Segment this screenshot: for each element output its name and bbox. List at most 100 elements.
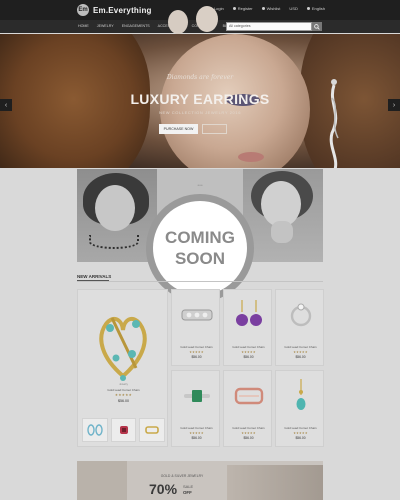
rose-band-icon — [234, 387, 263, 405]
product-price: $56.00 — [191, 436, 202, 440]
rating-stars: ★★★★★ — [241, 350, 256, 354]
product-price: $56.00 — [243, 355, 254, 359]
search-input[interactable]: All categories — [226, 22, 312, 31]
product-card[interactable]: Gold Lead Comet Chain ★★★★★ $56.00 — [171, 289, 220, 366]
slider-next-button[interactable]: › — [388, 99, 400, 111]
product-card[interactable]: Gold Lead Comet Chain ★★★★★ $56.00 — [275, 370, 324, 447]
product-image — [178, 377, 215, 415]
necklace-image — [89, 235, 139, 249]
product-card[interactable]: Gold Lead Comet Chain ★★★★★ $56.00 — [223, 289, 272, 366]
product-image — [178, 296, 215, 334]
featured-product-card[interactable]: Jewelry Gold Lead Comet Chain ★★★★★ $56.… — [77, 289, 168, 447]
product-price: $56.00 — [118, 399, 129, 403]
nav-engagements[interactable]: ENGAGEMENTS — [122, 24, 150, 28]
model-face — [95, 185, 135, 231]
category-select[interactable]: All categories — [229, 24, 251, 28]
rating-stars: ★★★★★ — [293, 431, 308, 435]
product-image — [230, 296, 267, 334]
search-icon — [314, 23, 320, 30]
amethyst-earrings-icon — [235, 300, 262, 326]
nav-jewelry[interactable]: JEWELRY — [97, 24, 114, 28]
nav-home[interactable]: HOME — [78, 24, 89, 28]
slider-prev-button[interactable]: ‹ — [0, 99, 12, 111]
language-select[interactable]: English — [306, 6, 325, 11]
logo-mark: Em — [77, 4, 89, 16]
soon-text: SOON — [174, 249, 226, 268]
product-price: $56.00 — [295, 436, 306, 440]
promo-models-image — [227, 465, 323, 500]
product-name[interactable]: Gold Lead Comet Chain — [276, 426, 325, 430]
product-image — [282, 377, 319, 415]
thumbnail-strip — [82, 418, 166, 444]
product-card[interactable]: Gold Lead Comet Chain ★★★★★ $56.00 — [223, 370, 272, 447]
sale-promo-banner[interactable]: GOLD & SILVER JEWELRY 70% SALE OFF — [77, 461, 323, 500]
lock-icon — [232, 7, 236, 10]
turquoise-pendant-icon — [296, 379, 305, 410]
silver-ring-icon — [290, 303, 311, 327]
rating-stars: ★★★★★ — [189, 350, 204, 354]
hero-subtitle: NEW COLLECTION JEWELRY 2016 — [158, 110, 242, 115]
product-category: Jewelry — [119, 383, 128, 386]
thumbnail[interactable] — [82, 418, 108, 442]
product-card[interactable]: Gold Lead Comet Chain ★★★★★ $56.00 — [171, 370, 220, 447]
hero-hair-right — [300, 34, 400, 168]
rating-stars: ★★★★★ — [114, 393, 133, 397]
hero-slider: Diamonds are forever LUXURY EARRINGS NEW… — [0, 34, 400, 168]
register-link[interactable]: Register — [232, 6, 253, 11]
earring-image — [329, 79, 339, 168]
bracelet-icon — [181, 309, 212, 321]
hoop-earrings-icon — [87, 424, 103, 436]
rating-stars: ★★★★★ — [241, 431, 256, 435]
product-name[interactable]: Gold Lead Comet Chain — [172, 345, 221, 349]
product-name[interactable]: Gold Lead Comet Chain — [172, 426, 221, 430]
thumbnail[interactable] — [110, 418, 137, 442]
promo-sale-label: SALE — [183, 484, 194, 489]
flag-icon — [306, 7, 310, 10]
wishlist-label: Wishlist — [266, 6, 281, 11]
product-price: $56.00 — [295, 355, 306, 359]
promo-heading: GOLD & SILVER JEWELRY — [160, 474, 204, 478]
register-label: Register — [237, 6, 253, 11]
banner-ornament: • • • — [197, 183, 203, 187]
coming-text: COMING — [165, 228, 235, 247]
purchase-now-button[interactable]: PURCHASE NOW — [159, 124, 198, 134]
product-name[interactable]: Gold Lead Comet Chain — [224, 426, 273, 430]
section-underline — [77, 280, 109, 281]
currency-select[interactable]: USD — [289, 6, 297, 11]
section-divider — [77, 281, 323, 282]
model-hand — [271, 221, 293, 243]
hero-tagline: Diamonds are forever — [166, 74, 234, 81]
promo-model-face — [168, 10, 188, 34]
banner-image-left — [77, 169, 157, 262]
hero-title: LUXURY EARRINGS — [130, 91, 270, 107]
product-image — [230, 377, 267, 415]
rating-stars: ★★★★★ — [189, 431, 204, 435]
gem-ring-icon — [119, 426, 128, 434]
product-image — [282, 296, 319, 334]
gold-band-icon — [145, 426, 159, 434]
banner-image-right — [243, 169, 323, 262]
product-name[interactable]: Gold Lead Comet Chain — [276, 345, 325, 349]
hero-secondary-button[interactable] — [202, 124, 227, 134]
product-price: $56.00 — [191, 355, 202, 359]
emerald-ring-icon — [183, 390, 210, 402]
section-title: NEW ARRIVALS — [77, 274, 112, 279]
brand-logo[interactable]: Em Em.Everything — [77, 3, 152, 17]
top-nav: Login Register Wishlist USD English — [208, 6, 325, 11]
thumbnail[interactable] — [139, 418, 166, 442]
hero-model-lips — [238, 152, 264, 162]
search-button[interactable] — [312, 22, 322, 31]
product-name[interactable]: Gold Lead Comet Chain — [78, 388, 169, 392]
rating-stars: ★★★★★ — [293, 350, 308, 354]
language-label: English — [311, 6, 325, 11]
promo-rings-image — [77, 461, 127, 500]
wishlist-link[interactable]: Wishlist — [261, 6, 281, 11]
promo-off-label: OFF — [183, 490, 192, 495]
heart-brooch-icon — [99, 316, 147, 381]
brand-name: Em.Everything — [93, 5, 152, 15]
product-card[interactable]: Gold Lead Comet Chain ★★★★★ $56.00 — [275, 289, 324, 366]
product-price: $56.00 — [243, 436, 254, 440]
heart-icon — [261, 7, 265, 10]
promo-percent: 70% — [149, 481, 178, 497]
product-name[interactable]: Gold Lead Comet Chain — [224, 345, 273, 349]
